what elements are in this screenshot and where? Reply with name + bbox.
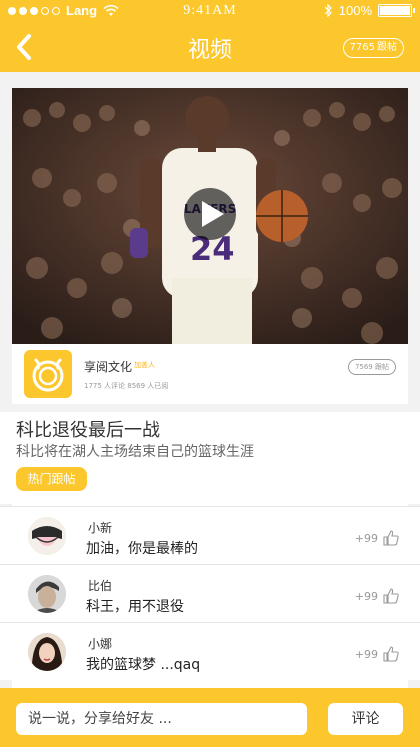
avatar-image bbox=[28, 517, 66, 555]
like-count: +99 bbox=[354, 647, 378, 661]
publisher-follow-button[interactable]: 7569 跟帖 bbox=[347, 359, 396, 375]
comment-author: 小娜 bbox=[88, 637, 113, 651]
like-button[interactable]: +99 bbox=[355, 645, 400, 663]
content-card: LAKERS 24 享阅文化 加盖人 1775 人评论 8569 人已阅 756… bbox=[0, 88, 420, 690]
publisher-badge: 加盖人 bbox=[134, 361, 155, 369]
publisher-logo[interactable] bbox=[24, 350, 72, 398]
avatar[interactable] bbox=[28, 517, 66, 555]
comment-button[interactable]: 评论 bbox=[328, 703, 403, 735]
list-item[interactable]: 小娜 我的篮球梦 ...qaq +99 bbox=[0, 622, 420, 680]
battery-percent: 100% bbox=[338, 3, 372, 18]
publisher-name[interactable]: 享阅文化 bbox=[84, 358, 132, 375]
status-bar: Lang 9:41AM 100% bbox=[0, 0, 420, 22]
thumbs-up-icon bbox=[383, 646, 399, 662]
like-button[interactable]: +99 bbox=[355, 529, 400, 547]
avatar[interactable] bbox=[28, 575, 66, 613]
hot-comments-button[interactable]: 热门跟帖 bbox=[16, 467, 87, 491]
list-item[interactable]: 小新 加油，你是最棒的 +99 bbox=[0, 506, 420, 564]
comment-input[interactable] bbox=[16, 703, 307, 735]
comment-bar: 评论 bbox=[0, 688, 420, 747]
publisher-follow-label: 跟帖 bbox=[375, 363, 389, 371]
play-icon bbox=[202, 201, 224, 227]
post-title: 科比退役最后一战 bbox=[16, 420, 160, 441]
comment-text: 加油，你是最棒的 bbox=[86, 541, 198, 557]
avatar-image bbox=[28, 575, 66, 613]
avatar[interactable] bbox=[28, 633, 66, 671]
comment-list: 小新 加油，你是最棒的 +99 比伯 科王，用不退役 +99 小娜 我的篮球梦 … bbox=[0, 506, 420, 680]
top-header: Lang 9:41AM 100% 视频 7765 跟帖 bbox=[0, 0, 420, 72]
nav-bar: 视频 7765 跟帖 bbox=[0, 22, 420, 72]
play-button[interactable] bbox=[184, 188, 236, 240]
post-info: 科比退役最后一战 科比将在湖人主场结束自己的篮球生涯 热门跟帖 bbox=[0, 412, 420, 504]
section-divider bbox=[12, 404, 408, 412]
follow-count: 7765 bbox=[349, 42, 375, 53]
publisher-follow-count: 7569 bbox=[354, 363, 373, 371]
thumbs-up-icon bbox=[383, 588, 399, 604]
avatar-image bbox=[28, 633, 66, 671]
post-subtitle: 科比将在湖人主场结束自己的篮球生涯 bbox=[16, 444, 254, 460]
like-count: +99 bbox=[354, 531, 378, 545]
publisher-stats: 1775 人评论 8569 人已阅 bbox=[84, 382, 169, 390]
video-player[interactable]: LAKERS 24 bbox=[12, 88, 408, 344]
follow-count-button[interactable]: 7765 跟帖 bbox=[342, 38, 404, 58]
comment-text: 我的篮球梦 ...qaq bbox=[86, 657, 201, 673]
comment-text: 科王，用不退役 bbox=[86, 599, 184, 615]
follow-label: 跟帖 bbox=[377, 42, 397, 53]
publisher-logo-icon bbox=[32, 358, 64, 392]
like-count: +99 bbox=[354, 589, 378, 603]
comment-author: 小新 bbox=[88, 521, 113, 535]
like-button[interactable]: +99 bbox=[355, 587, 400, 605]
comment-author: 比伯 bbox=[88, 579, 113, 593]
bluetooth-icon bbox=[324, 4, 332, 17]
publisher-row: 享阅文化 加盖人 1775 人评论 8569 人已阅 7569 跟帖 bbox=[12, 344, 408, 404]
thumbs-up-icon bbox=[383, 530, 399, 546]
battery-icon bbox=[378, 4, 415, 17]
list-item[interactable]: 比伯 科王，用不退役 +99 bbox=[0, 564, 420, 622]
